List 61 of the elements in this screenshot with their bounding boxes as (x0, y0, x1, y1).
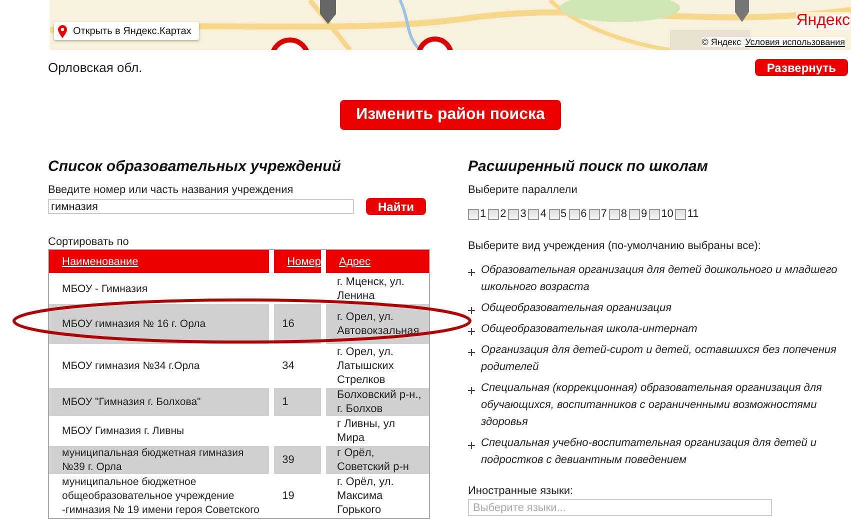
grade-label: 10 (661, 208, 674, 220)
grade-checkbox[interactable] (568, 208, 580, 220)
plus-icon[interactable] (468, 307, 475, 314)
grade-label: 5 (560, 208, 567, 220)
grade-label: 2 (500, 208, 506, 220)
plus-icon[interactable] (468, 442, 475, 449)
expand-button[interactable]: Развернуть (754, 59, 848, 76)
change-area-button[interactable]: Изменить район поиска (340, 100, 561, 130)
institution-type: Общеобразовательная школа-интернат (481, 322, 698, 337)
logo: Яндекс (796, 12, 850, 30)
grade-label: 3 (520, 208, 526, 220)
languages-select[interactable]: Выберите языки... (468, 499, 772, 516)
institution-number: 1 (282, 396, 288, 408)
institution-number: 19 (282, 490, 294, 502)
grade-checkbox[interactable] (629, 208, 640, 220)
grade-label: 11 (687, 208, 699, 220)
grade-checkbox[interactable] (608, 208, 620, 220)
grade-label: 8 (620, 208, 627, 220)
institution-type: Специальная (коррекционная) образовательная организация для обучающихся, воспитанников с ограниченными возможностями здоровья (481, 381, 823, 430)
grade-checkbox[interactable] (588, 208, 600, 220)
plus-icon[interactable] (468, 328, 475, 335)
grade-checkbox[interactable] (548, 208, 560, 220)
plus-icon[interactable] (468, 269, 475, 276)
region-name: Орловская обл. (48, 60, 142, 75)
open-in-maps-link[interactable]: Открыть в Яндекс.Картах (54, 22, 200, 40)
grade-label: 9 (641, 208, 648, 220)
grade-checkbox[interactable] (468, 208, 479, 220)
grade-label: 6 (580, 208, 587, 220)
map-pin-icon (58, 24, 67, 38)
plus-icon[interactable] (468, 387, 475, 394)
grade-checkbox[interactable] (649, 208, 660, 220)
plus-icon[interactable] (468, 349, 475, 356)
languages-label: Иностранные языки: (468, 485, 574, 497)
grade-label: 7 (600, 208, 607, 220)
institution-name: муниципальное бюджетное общеобразовательное учреждение -гимназия № 19 имени героя Советского (49, 475, 274, 518)
section-title: Список образовательных учреждений (48, 158, 342, 175)
institution-address: г. Орёл, ул. Максима Горького (326, 475, 429, 518)
institution-number: 39 (282, 454, 294, 466)
grade-checkbox[interactable] (675, 208, 686, 220)
grade-checkbox[interactable] (508, 208, 520, 220)
sort-column-link[interactable]: Адрес (339, 256, 370, 268)
types-label: Выберите вид учреждения (по-умолчанию выбраны все): (468, 240, 761, 252)
section-title: Расширенный поиск по школам (468, 158, 709, 175)
institution-type: Организация для детей-сирот и детей, оставшихся без попечения родителей (481, 343, 838, 375)
institution-type: Общеобразовательная организация (481, 301, 672, 316)
search-label: Введите номер или часть названия учреждения (48, 184, 294, 196)
institution-number: 16 (282, 318, 294, 330)
institution-type: Образовательная организация для детей дошкольного и младшего школьного возраста (481, 263, 838, 295)
grades-label: Выберите параллели (468, 184, 578, 196)
grade-label: 1 (480, 208, 486, 220)
sort-column-link[interactable]: Наименование (62, 256, 138, 268)
grade-checkbox[interactable] (488, 208, 500, 220)
institution-number: 34 (282, 360, 294, 372)
sort-label: Сортировать по (48, 236, 130, 248)
search-field[interactable]: гимназия (48, 199, 354, 214)
grade-checkbox[interactable] (528, 208, 540, 220)
terms-link[interactable]: Условия использования (745, 37, 845, 47)
institution-type: Специальная учебно-воспитательная организация для детей и подростков с девиантным поведением (481, 436, 818, 468)
copyright-text: © Яндекс (702, 37, 742, 47)
find-button[interactable]: Найти (366, 198, 426, 215)
grade-label: 4 (540, 208, 546, 220)
